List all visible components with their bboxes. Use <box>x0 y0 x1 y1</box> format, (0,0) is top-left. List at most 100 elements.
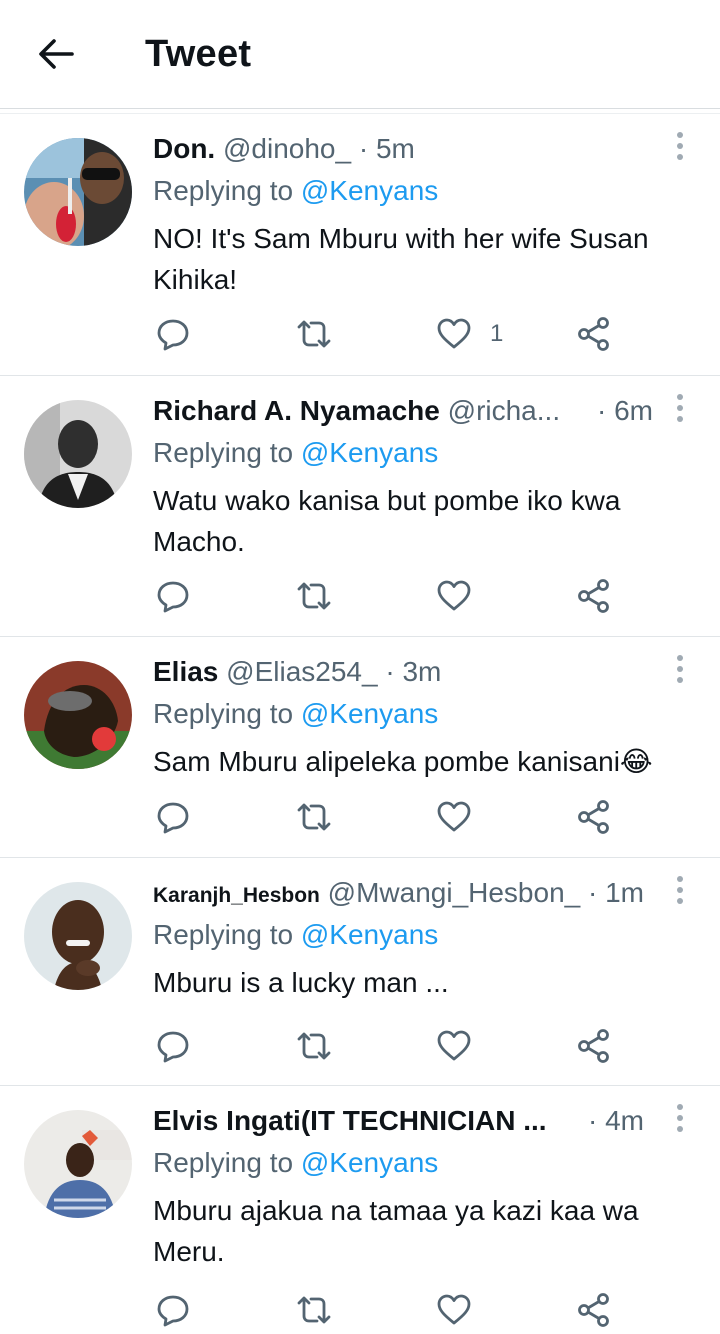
like-count: 1 <box>490 320 504 347</box>
share-icon <box>578 317 609 351</box>
tweet-actions: 1 <box>153 314 623 354</box>
replying-to: Replying to @Kenyans <box>153 1146 438 1180</box>
tweet-text: Sam Mburu alipeleka pombe kanisani😂 <box>153 746 653 777</box>
share-icon <box>578 1293 609 1327</box>
retweet-icon <box>297 582 331 610</box>
display-name[interactable]: Elvis Ingati(IT TECHNICIAN ... <box>153 1105 547 1136</box>
share-button[interactable] <box>577 797 611 837</box>
more-icon <box>674 394 686 422</box>
avatar[interactable] <box>24 1110 132 1218</box>
retweet-button[interactable] <box>295 1290 333 1330</box>
mention-link[interactable]: @Kenyans <box>301 175 438 206</box>
replying-to-label: Replying to <box>153 698 301 729</box>
retweet-button[interactable] <box>295 797 333 837</box>
like-icon <box>437 580 471 611</box>
like-icon <box>437 1294 471 1325</box>
display-name[interactable]: Richard A. Nyamache <box>153 395 440 426</box>
replying-to: Replying to @Kenyans <box>153 436 438 470</box>
share-icon <box>578 1029 609 1063</box>
like-button[interactable]: 1 <box>436 314 503 354</box>
replying-to: Replying to @Kenyans <box>153 918 438 952</box>
more-options-button[interactable] <box>674 132 686 162</box>
tweet-header: Karanjh_Hesbon @Mwangi_Hesbon_ · 1m <box>153 876 644 913</box>
share-icon <box>578 800 609 834</box>
share-button[interactable] <box>577 1290 611 1330</box>
retweet-icon <box>297 803 331 831</box>
tweet-actions <box>153 797 623 837</box>
separator-dot: · <box>588 877 598 908</box>
retweet-icon <box>297 1032 331 1060</box>
like-button[interactable] <box>436 797 472 837</box>
reply-button[interactable] <box>155 314 191 354</box>
reply-icon <box>157 1295 189 1327</box>
display-name[interactable]: Elias <box>153 656 218 687</box>
avatar[interactable] <box>24 661 132 769</box>
more-options-button[interactable] <box>674 655 686 685</box>
like-button[interactable] <box>436 576 472 616</box>
timestamp[interactable]: 3m <box>402 656 441 687</box>
retweet-button[interactable] <box>295 1026 333 1066</box>
reply-button[interactable] <box>155 1026 191 1066</box>
top-bar: Tweet <box>0 0 720 108</box>
header-divider <box>0 108 720 109</box>
timestamp-group: · 4m <box>588 1104 644 1138</box>
separator-dot: · <box>597 395 607 426</box>
tweet-header: Elias @Elias254_ · 3m <box>153 655 441 689</box>
like-icon <box>437 1030 471 1061</box>
page-title: Tweet <box>145 33 252 75</box>
tweet-header: Richard A. Nyamache @richa... <box>153 394 560 428</box>
timestamp[interactable]: 5m <box>376 133 415 164</box>
reply-button[interactable] <box>155 797 191 837</box>
display-name[interactable]: Karanjh_Hesbon <box>153 884 320 907</box>
user-handle[interactable]: @richa... <box>448 395 560 426</box>
reply-button[interactable] <box>155 1290 191 1330</box>
mention-link[interactable]: @Kenyans <box>301 919 438 950</box>
share-button[interactable] <box>577 576 611 616</box>
more-icon <box>674 655 686 683</box>
reply-icon <box>157 319 189 351</box>
retweet-button[interactable] <box>295 576 333 616</box>
display-name[interactable]: Don. <box>153 133 215 164</box>
like-icon <box>437 801 471 832</box>
like-button[interactable] <box>436 1290 472 1330</box>
tweet-item[interactable]: Karanjh_Hesbon @Mwangi_Hesbon_ · 1m Repl… <box>0 858 720 1086</box>
tweet-text: Mburu ajakua na tamaa ya kazi kaa wa Mer… <box>153 1195 639 1267</box>
tweet-item[interactable]: Richard A. Nyamache @richa... · 6m Reply… <box>0 376 720 637</box>
like-button[interactable] <box>436 1026 472 1066</box>
tweet-item[interactable]: Elias @Elias254_ · 3m Replying to @Kenya… <box>0 637 720 858</box>
user-handle[interactable]: @Elias254_ <box>226 656 377 687</box>
replying-to: Replying to @Kenyans <box>153 174 438 208</box>
retweet-button[interactable] <box>295 314 333 354</box>
timestamp[interactable]: 6m <box>614 395 653 426</box>
back-button[interactable] <box>36 34 76 74</box>
retweet-icon <box>297 1296 331 1324</box>
share-button[interactable] <box>577 314 611 354</box>
avatar[interactable] <box>24 882 132 990</box>
like-icon <box>437 318 471 349</box>
avatar[interactable] <box>24 138 132 246</box>
tweet-header: Don. @dinoho_ · 5m <box>153 132 415 166</box>
mention-link[interactable]: @Kenyans <box>301 1147 438 1178</box>
separator-dot: · <box>385 656 395 687</box>
tweet-item[interactable]: Elvis Ingati(IT TECHNICIAN ... · 4m Repl… <box>0 1086 720 1334</box>
tweet-text: Mburu is a lucky man ... <box>153 967 449 998</box>
replying-to-label: Replying to <box>153 919 301 950</box>
reply-button[interactable] <box>155 576 191 616</box>
timestamp[interactable]: 4m <box>605 1105 644 1136</box>
mention-link[interactable]: @Kenyans <box>301 437 438 468</box>
user-handle[interactable]: @dinoho_ <box>223 133 351 164</box>
more-options-button[interactable] <box>674 1104 686 1134</box>
more-options-button[interactable] <box>674 394 686 424</box>
back-arrow-icon <box>39 39 74 69</box>
reply-icon <box>157 802 189 834</box>
timestamp[interactable]: 1m <box>605 877 644 908</box>
more-icon <box>674 876 686 904</box>
separator-dot: · <box>588 1105 598 1136</box>
share-button[interactable] <box>577 1026 611 1066</box>
tweet-item[interactable]: Don. @dinoho_ · 5m Replying to @Kenyans … <box>0 114 720 376</box>
more-options-button[interactable] <box>674 876 686 906</box>
tweet-actions <box>153 1290 623 1330</box>
user-handle[interactable]: @Mwangi_Hesbon_ <box>328 877 581 908</box>
avatar[interactable] <box>24 400 132 508</box>
mention-link[interactable]: @Kenyans <box>301 698 438 729</box>
